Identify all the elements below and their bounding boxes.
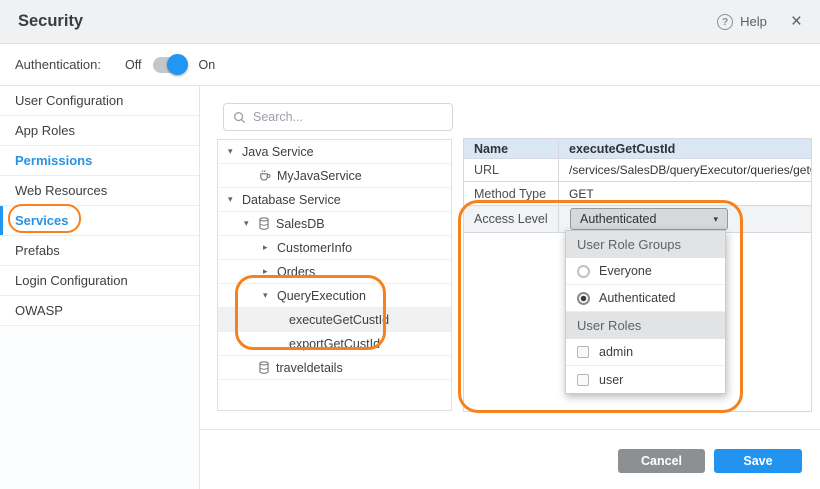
caret-down-icon[interactable]: ▾ <box>263 291 277 300</box>
tree-item-label: Database Service <box>242 193 341 207</box>
tree-item-queryexecution[interactable]: ▾QueryExecution <box>218 284 451 308</box>
caret-down-icon[interactable]: ▾ <box>228 195 242 204</box>
dropdown-group-header-user-roles: User Roles <box>566 312 725 339</box>
sidebar-item-permissions[interactable]: Permissions <box>0 146 199 176</box>
tree-item-label: QueryExecution <box>277 289 366 303</box>
footer-divider <box>200 429 820 430</box>
checkbox-admin-icon[interactable] <box>577 346 589 358</box>
titlebar: Security ? Help × <box>0 0 820 44</box>
tree-item-label: MyJavaService <box>277 169 362 183</box>
caret-down-icon[interactable]: ▾ <box>228 147 242 156</box>
tree-item-label: CustomerInfo <box>277 241 352 255</box>
caret-right-icon[interactable]: ▸ <box>263 243 277 252</box>
radio-authenticated-icon[interactable] <box>577 292 590 305</box>
sidebar-item-label: Login Configuration <box>15 273 128 288</box>
sidebar-item-label: Permissions <box>15 153 92 168</box>
sidebar-item-label: OWASP <box>15 303 63 318</box>
tree-item-label: executeGetCustId <box>289 313 389 327</box>
sidebar-item-label: Prefabs <box>15 243 60 258</box>
detail-value: /services/SalesDB/queryExecutor/queries/… <box>559 159 811 181</box>
database-icon <box>258 217 270 230</box>
sidebar-item-label: Web Resources <box>15 183 107 198</box>
detail-row-access-level: Access Level Authenticated ▾ <box>464 206 811 233</box>
tree-item-myjavaservice[interactable]: MyJavaService <box>218 164 451 188</box>
service-tree: ▾Java ServiceMyJavaService▾Database Serv… <box>217 139 452 411</box>
dropdown-option-authenticated[interactable]: Authenticated <box>566 285 725 312</box>
sidebar-item-app-roles[interactable]: App Roles <box>0 116 199 146</box>
search-icon <box>233 111 246 124</box>
sidebar-item-label: User Configuration <box>15 93 123 108</box>
search-input[interactable] <box>253 110 438 124</box>
dropdown-option-label: Everyone <box>599 264 652 278</box>
toggle-on-label: On <box>198 58 215 72</box>
java-icon <box>258 169 271 182</box>
sidebar-item-user-configuration[interactable]: User Configuration <box>0 86 199 116</box>
detail-row-name: NameexecuteGetCustId <box>464 139 811 159</box>
tree-item-label: Orders <box>277 265 315 279</box>
tree-item-executegetcustid[interactable]: executeGetCustId <box>218 308 451 332</box>
detail-label: Access Level <box>464 206 559 232</box>
detail-value: Authenticated ▾ <box>559 206 811 232</box>
authentication-label: Authentication: <box>15 57 101 72</box>
database-icon <box>258 361 270 374</box>
detail-row-method-type: Method TypeGET <box>464 182 811 206</box>
dropdown-option-label: admin <box>599 345 633 359</box>
access-level-dropdown-button[interactable]: Authenticated ▾ <box>570 208 728 230</box>
dropdown-option-everyone[interactable]: Everyone <box>566 258 725 285</box>
tree-item-label: SalesDB <box>276 217 325 231</box>
save-button[interactable]: Save <box>714 449 802 473</box>
sidebar-item-web-resources[interactable]: Web Resources <box>0 176 199 206</box>
detail-value: executeGetCustId <box>559 139 811 158</box>
dropdown-option-label: user <box>599 373 623 387</box>
detail-value: GET <box>559 182 811 205</box>
close-icon[interactable]: × <box>791 12 802 31</box>
security-dialog: Security ? Help × Authentication: Off On… <box>0 0 820 489</box>
dropdown-option-label: Authenticated <box>599 291 675 305</box>
tree-item-customerinfo[interactable]: ▸CustomerInfo <box>218 236 451 260</box>
detail-label: URL <box>464 159 559 181</box>
authentication-row: Authentication: Off On <box>0 44 820 86</box>
access-level-selected-value: Authenticated <box>580 212 656 226</box>
caret-right-icon[interactable]: ▸ <box>263 267 277 276</box>
access-level-dropdown-panel: User Role Groups Everyone Authenticated Use… <box>565 230 726 394</box>
dropdown-option-admin[interactable]: admin <box>566 339 725 366</box>
tree-item-orders[interactable]: ▸Orders <box>218 260 451 284</box>
authentication-toggle[interactable] <box>153 57 184 73</box>
sidebar-item-login-configuration[interactable]: Login Configuration <box>0 266 199 296</box>
sidebar-item-label: Services <box>15 213 69 228</box>
sidebar-item-services[interactable]: Services <box>0 206 199 236</box>
checkbox-user-icon[interactable] <box>577 374 589 386</box>
sidebar-item-label: App Roles <box>15 123 75 138</box>
caret-down-icon[interactable]: ▾ <box>244 219 258 228</box>
tree-item-label: exportGetCustId <box>289 337 380 351</box>
tree-item-label: traveldetails <box>276 361 343 375</box>
detail-label: Method Type <box>464 182 559 205</box>
toggle-knob <box>167 54 188 75</box>
sidebar: User Configuration App Roles Permissions We… <box>0 86 200 489</box>
page-title: Security <box>18 12 83 31</box>
toggle-off-label: Off <box>125 58 141 72</box>
detail-row-url: URL/services/SalesDB/queryExecutor/queri… <box>464 159 811 182</box>
tree-item-exportgetcustid[interactable]: exportGetCustId <box>218 332 451 356</box>
tree-item-traveldetails[interactable]: traveldetails <box>218 356 451 380</box>
sidebar-item-owasp[interactable]: OWASP <box>0 296 199 326</box>
dropdown-caret-icon: ▾ <box>713 214 718 225</box>
dropdown-group-header-user-role-groups: User Role Groups <box>566 231 725 258</box>
search-box <box>223 103 453 131</box>
sidebar-item-prefabs[interactable]: Prefabs <box>0 236 199 266</box>
dropdown-option-user[interactable]: user <box>566 366 725 393</box>
detail-label: Name <box>464 139 559 158</box>
tree-item-java-service[interactable]: ▾Java Service <box>218 140 451 164</box>
radio-everyone-icon[interactable] <box>577 265 590 278</box>
cancel-button[interactable]: Cancel <box>618 449 705 473</box>
tree-item-label: Java Service <box>242 145 314 159</box>
titlebar-actions: ? Help × <box>717 12 802 31</box>
tree-item-salesdb[interactable]: ▾ SalesDB <box>218 212 451 236</box>
help-icon[interactable]: ? <box>717 14 733 30</box>
help-button[interactable]: Help <box>740 14 767 29</box>
tree-item-database-service[interactable]: ▾Database Service <box>218 188 451 212</box>
